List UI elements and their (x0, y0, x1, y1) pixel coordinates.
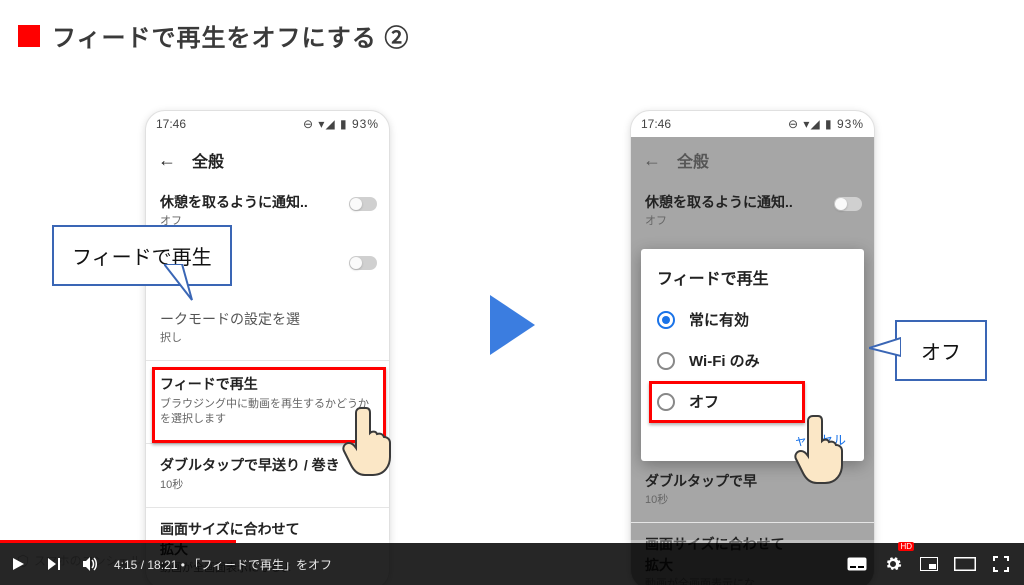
miniplayer-icon (920, 557, 938, 571)
time-sep: / (137, 558, 147, 572)
theater-icon (954, 557, 976, 571)
captions-icon (847, 557, 867, 571)
dialog-title: フィードで再生 (645, 265, 860, 299)
item-sublabel: ブラウジング中に動画を再生するかどうかを選択します (160, 397, 375, 428)
item-sublabel: 10秒 (160, 478, 375, 493)
status-battery: 93% (352, 117, 379, 131)
progress-track[interactable] (0, 540, 1024, 543)
back-icon[interactable]: ← (158, 150, 176, 171)
radio-off[interactable]: オフ (645, 381, 860, 422)
fullscreen-button[interactable] (986, 546, 1016, 582)
feed-play-dialog: フィードで再生 常に有効 Wi-Fi のみ オフ ャンセル (641, 249, 864, 461)
volume-icon (81, 555, 99, 573)
item-rest-reminder: 休憩を取るように通知.. オフ (631, 183, 874, 242)
statusbar: 17:46 ⊖ ▾◢ ▮ 93% (631, 111, 874, 137)
callout-off: オフ (895, 320, 987, 381)
callout-text: オフ (921, 342, 961, 364)
captions-button[interactable] (842, 546, 872, 582)
miniplayer-button[interactable] (914, 546, 944, 582)
time-total: 18:21 (147, 558, 177, 572)
play-icon (10, 556, 26, 572)
next-button[interactable] (36, 546, 72, 582)
status-icons: ⊖ ▾◢ ▮ 93% (788, 117, 864, 131)
toggle-icon[interactable] (349, 197, 377, 211)
phone-right: 17:46 ⊖ ▾◢ ▮ 93% ← 全般 休憩を取るように通知.. オフ おや… (630, 110, 875, 585)
settings-header: 全般 (192, 148, 224, 172)
play-button[interactable] (0, 546, 36, 582)
radio-label: Wi-Fi のみ (689, 350, 760, 371)
statusbar: 17:46 ⊖ ▾◢ ▮ 93% (146, 111, 389, 137)
step-arrow-icon (485, 290, 545, 365)
phone-left: 17:46 ⊖ ▾◢ ▮ 93% ← 全般 休憩を取るように通知.. オフ 間に… (145, 110, 390, 585)
radio-always[interactable]: 常に有効 (645, 299, 860, 340)
item-sublabel: 択し (160, 331, 375, 346)
radio-label: 常に有効 (689, 309, 749, 330)
item-label: 休憩を取るように通知.. (160, 193, 375, 211)
time-current: 4:15 (114, 558, 137, 572)
progress-fill (0, 540, 236, 543)
item-label: 休憩を取るように通知.. (645, 193, 860, 211)
radio-wifi[interactable]: Wi-Fi のみ (645, 340, 860, 381)
radio-icon[interactable] (657, 311, 675, 329)
toggle-icon[interactable] (349, 256, 377, 270)
video-player-bar: 4:15 / 18:21 • 「フィードで再生」をオフ HD (0, 543, 1024, 585)
theater-button[interactable] (950, 546, 980, 582)
status-time: 17:46 (641, 117, 671, 131)
title-marker (18, 25, 40, 47)
radio-label: オフ (689, 391, 719, 412)
toggle-icon (834, 197, 862, 211)
dialog-cancel[interactable]: ャンセル (645, 422, 860, 449)
status-time: 17:46 (156, 117, 186, 131)
status-icons: ⊖ ▾◢ ▮ 93% (303, 117, 379, 131)
callout-feed-play: フィードで再生 (52, 225, 232, 286)
gear-icon (884, 555, 902, 573)
player-time: 4:15 / 18:21 • 「フィードで再生」をオフ (114, 556, 332, 573)
item-label: フィードで再生 (160, 375, 375, 393)
time-dot: • (177, 558, 188, 572)
radio-icon[interactable] (657, 393, 675, 411)
page-title: フィードで再生をオフにする ② (52, 18, 409, 53)
item-sublabel: 10秒 (645, 493, 860, 508)
status-battery: 93% (837, 117, 864, 131)
item-sublabel: オフ (645, 214, 860, 229)
hd-badge: HD (898, 542, 914, 551)
radio-icon[interactable] (657, 352, 675, 370)
item-label: ダブルタップで早 (645, 472, 860, 490)
item-label: ダブルタップで早送り / 巻き (160, 456, 375, 474)
item-feed-play[interactable]: フィードで再生 ブラウジング中に動画を再生するかどうかを選択します (146, 363, 389, 441)
item-double-tap[interactable]: ダブルタップで早送り / 巻き 10秒 (146, 446, 389, 505)
chapter-title: 「フィードで再生」をオフ (188, 558, 332, 572)
item-label: 画面サイズに合わせて (160, 520, 375, 538)
item-double-tap: ダブルタップで早 10秒 (631, 462, 874, 521)
next-icon (46, 556, 62, 572)
settings-button[interactable]: HD (878, 546, 908, 582)
volume-button[interactable] (72, 546, 108, 582)
fullscreen-icon (993, 556, 1009, 572)
